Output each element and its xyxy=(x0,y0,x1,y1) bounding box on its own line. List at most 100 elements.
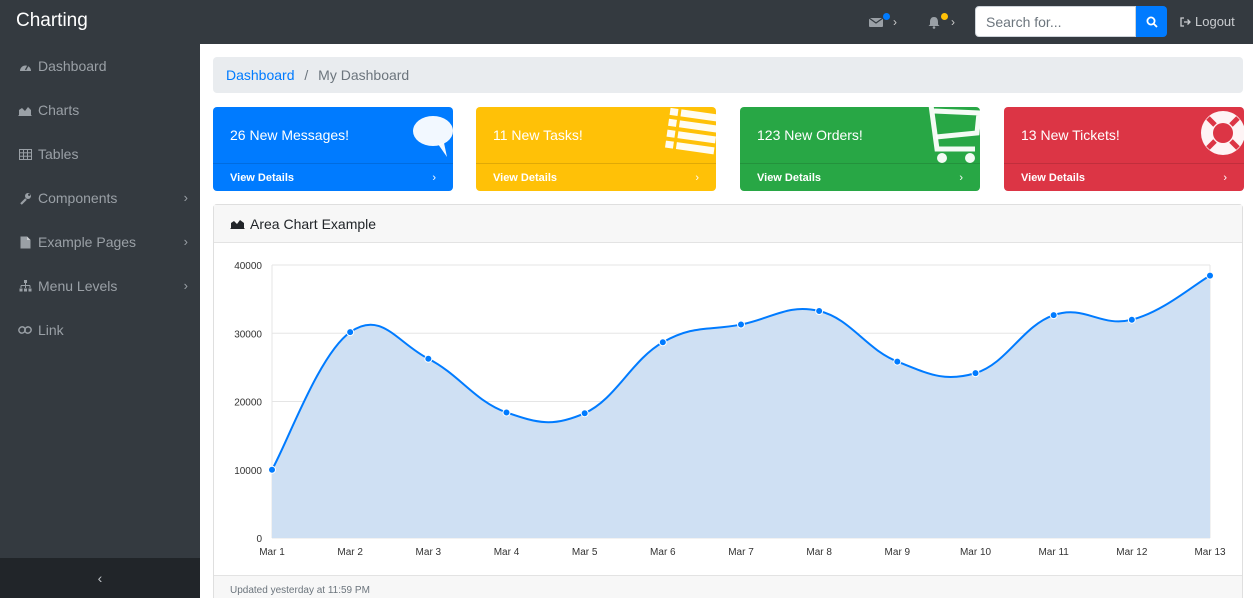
chevron-right-icon: › xyxy=(951,15,955,29)
shopping-cart-icon xyxy=(928,107,980,163)
sidebar-item-label: Example Pages xyxy=(38,234,137,250)
data-point xyxy=(580,409,589,418)
bell-icon xyxy=(927,13,948,29)
x-tick-label: Mar 6 xyxy=(650,547,676,558)
data-point xyxy=(1206,271,1214,280)
card-title: 123 New Orders! xyxy=(757,127,863,143)
card-tasks: 11 New Tasks! View Details › xyxy=(476,107,716,191)
x-tick-label: Mar 11 xyxy=(1038,547,1069,558)
card-footer-label: View Details xyxy=(757,171,821,184)
x-tick-label: Mar 10 xyxy=(960,547,992,558)
sidebar-item-menu-levels[interactable]: Menu Levels › xyxy=(0,264,200,308)
sidebar: Dashboard Charts Tables Components › Exa… xyxy=(0,44,200,598)
card-tickets: 13 New Tickets! View Details › xyxy=(1004,107,1244,191)
x-tick-label: Mar 5 xyxy=(572,547,598,558)
card-footer-label: View Details xyxy=(1021,171,1085,184)
card-title: 26 New Messages! xyxy=(230,127,350,143)
dashboard-icon xyxy=(18,59,32,73)
alerts-dropdown[interactable]: › xyxy=(927,13,955,31)
top-navbar: Charting › › Logout xyxy=(0,0,1253,44)
card-view-details-link[interactable]: View Details › xyxy=(1004,163,1244,191)
list-icon xyxy=(665,107,716,155)
x-tick-label: Mar 1 xyxy=(259,547,285,558)
card-footer-label: View Details xyxy=(493,171,557,184)
data-point xyxy=(893,357,902,366)
sidebar-item-label: Dashboard xyxy=(38,58,107,74)
card-orders: 123 New Orders! View Details › xyxy=(740,107,980,191)
file-icon xyxy=(18,235,32,249)
comments-icon xyxy=(413,116,453,157)
sidebar-item-tables[interactable]: Tables xyxy=(0,132,200,176)
data-point xyxy=(1127,315,1136,324)
link-icon xyxy=(18,323,32,337)
card-view-details-link[interactable]: View Details › xyxy=(213,163,453,191)
sidebar-item-label: Components xyxy=(38,190,118,206)
breadcrumb-link-dashboard[interactable]: Dashboard xyxy=(226,67,295,83)
x-tick-label: Mar 4 xyxy=(494,547,520,558)
logout-label: Logout xyxy=(1195,14,1235,29)
x-tick-label: Mar 13 xyxy=(1194,547,1226,558)
chart-updated-text: Updated yesterday at 11:59 PM xyxy=(230,585,370,596)
data-point xyxy=(737,320,745,329)
chevron-right-icon: › xyxy=(959,171,963,184)
area-chart-card: Area Chart Example 0 10000 20000 30000 40000… xyxy=(213,204,1243,598)
chart-card-footer: Updated yesterday at 11:59 PM xyxy=(214,575,1242,598)
card-view-details-link[interactable]: View Details › xyxy=(476,163,716,191)
card-title: 11 New Tasks! xyxy=(493,127,583,143)
card-messages: 26 New Messages! View Details › xyxy=(213,107,453,191)
y-tick-label: 0 xyxy=(256,534,262,545)
data-point xyxy=(1049,311,1058,320)
sidebar-item-components[interactable]: Components › xyxy=(0,176,200,220)
sidebar-item-label: Menu Levels xyxy=(38,278,118,294)
data-point xyxy=(815,307,824,316)
chevron-right-icon: › xyxy=(1223,171,1227,184)
card-title: 13 New Tickets! xyxy=(1021,127,1120,143)
y-tick-label: 40000 xyxy=(234,261,262,272)
search-form xyxy=(975,6,1167,37)
search-icon xyxy=(1146,16,1158,28)
sidebar-item-charts[interactable]: Charts xyxy=(0,88,200,132)
sitemap-icon xyxy=(18,279,32,293)
app-brand[interactable]: Charting xyxy=(16,10,88,32)
sidebar-item-dashboard[interactable]: Dashboard xyxy=(0,44,200,88)
data-point xyxy=(268,465,276,474)
chart-title: Area Chart Example xyxy=(250,215,377,232)
support-icon xyxy=(1201,111,1244,155)
x-tick-label: Mar 12 xyxy=(1116,547,1148,558)
sidebar-item-example-pages[interactable]: Example Pages › xyxy=(0,220,200,264)
messages-badge-dot xyxy=(883,13,890,20)
logout-link[interactable]: Logout xyxy=(1180,14,1235,29)
x-tick-label: Mar 3 xyxy=(416,547,442,558)
area-chart: 0 10000 20000 30000 40000 Mar 1 Mar 2 Mar 3 Mar … xyxy=(234,261,1226,558)
y-tick-label: 30000 xyxy=(234,329,262,340)
data-point xyxy=(424,354,433,363)
chevron-right-icon: › xyxy=(432,171,436,184)
breadcrumb-current: My Dashboard xyxy=(318,67,410,83)
area-fill xyxy=(272,275,1210,538)
area-chart-icon xyxy=(230,218,245,229)
chevron-left-icon: ‹ xyxy=(97,570,103,586)
x-tick-label: Mar 9 xyxy=(885,547,911,558)
envelope-icon xyxy=(868,13,890,28)
messages-dropdown[interactable]: › xyxy=(868,13,897,31)
card-footer-label: View Details xyxy=(230,171,294,184)
chevron-right-icon: › xyxy=(893,15,897,29)
sidebar-toggle-button[interactable]: ‹ xyxy=(0,558,200,598)
chevron-right-icon: › xyxy=(183,190,188,205)
data-point xyxy=(346,328,355,337)
x-tick-label: Mar 8 xyxy=(806,547,832,558)
chevron-right-icon: › xyxy=(183,278,188,293)
breadcrumb: Dashboard / My Dashboard xyxy=(213,57,1243,93)
y-tick-label: 20000 xyxy=(234,398,262,409)
sidebar-item-label: Tables xyxy=(38,146,79,162)
sidebar-item-link[interactable]: Link xyxy=(0,308,200,352)
search-button[interactable] xyxy=(1136,6,1167,37)
data-point xyxy=(502,408,511,417)
sidebar-item-label: Link xyxy=(38,322,64,338)
card-view-details-link[interactable]: View Details › xyxy=(740,163,980,191)
data-point xyxy=(971,369,980,378)
search-input[interactable] xyxy=(975,6,1136,37)
x-tick-label: Mar 2 xyxy=(337,547,363,558)
x-tick-label: Mar 7 xyxy=(728,547,754,558)
wrench-icon xyxy=(18,191,32,205)
